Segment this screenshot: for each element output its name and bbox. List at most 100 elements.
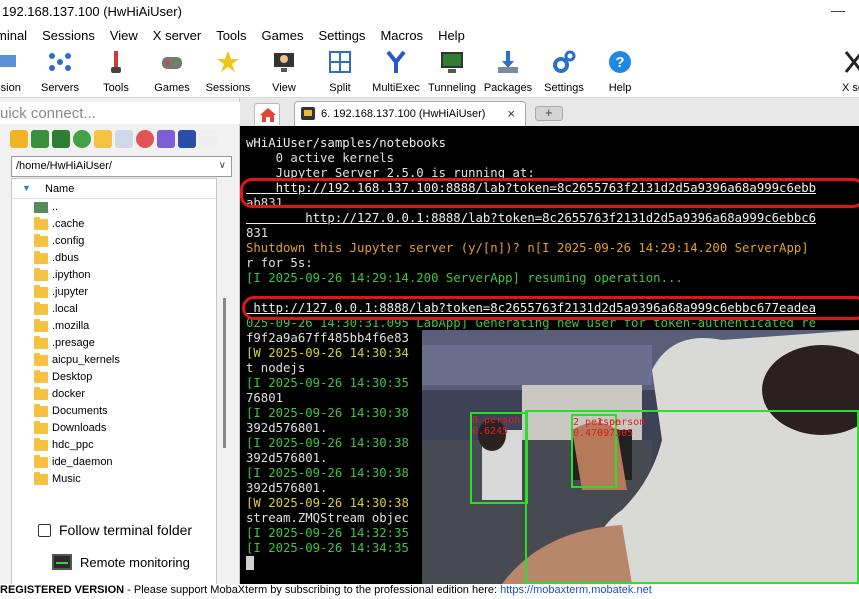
terminal-line: [I 2025-09-26 14:30:38 xyxy=(246,466,409,480)
terminal-line: r for 5s: xyxy=(246,256,313,270)
file-browser-scrollbar[interactable] xyxy=(219,178,231,596)
menu-sessions[interactable]: Sessions xyxy=(42,24,95,46)
tunneling-button[interactable]: Tunneling xyxy=(422,48,482,94)
games-button[interactable]: Games xyxy=(142,48,202,94)
edit-icon[interactable] xyxy=(199,130,217,148)
view-button[interactable]: View xyxy=(254,48,314,94)
menu-games[interactable]: Games xyxy=(262,24,304,46)
parent-folder-icon[interactable] xyxy=(10,130,28,148)
rename-icon[interactable] xyxy=(157,130,175,148)
terminal-line: [I 2025-09-26 14:30:35 xyxy=(246,376,409,390)
list-item[interactable]: ide_daemon xyxy=(12,454,216,471)
menu-view[interactable]: View xyxy=(110,24,138,46)
menu-settings[interactable]: Settings xyxy=(318,24,365,46)
terminal-line: 76801 xyxy=(246,391,284,405)
multiexec-icon xyxy=(382,48,410,76)
split-button[interactable]: Split xyxy=(310,48,370,94)
list-item[interactable]: .ipython xyxy=(12,267,216,284)
chevron-down-icon: ∨ xyxy=(218,160,226,171)
terminal-icon xyxy=(301,107,315,120)
status-message: - Please support MobaXterm by subscribin… xyxy=(124,584,501,596)
list-item[interactable]: aicpu_kernels xyxy=(12,352,216,369)
terminal-cursor xyxy=(246,556,254,570)
packages-button[interactable]: Packages xyxy=(478,48,538,94)
menu-help[interactable]: Help xyxy=(438,24,465,46)
xserver-button[interactable]: X se xyxy=(822,48,859,94)
folder-icon xyxy=(34,387,48,400)
list-item[interactable]: .mozilla xyxy=(12,318,216,335)
refresh-icon[interactable] xyxy=(73,130,91,148)
menu-xserver[interactable]: X server xyxy=(153,24,201,46)
url-highlight-oval xyxy=(240,178,859,208)
multiexec-button[interactable]: MultiExec xyxy=(366,48,426,94)
tools-icon xyxy=(102,48,130,76)
permissions-icon[interactable] xyxy=(178,130,196,148)
folder-icon xyxy=(34,234,48,247)
path-selector[interactable]: /home/HwHiAiUser/ ∨ xyxy=(11,156,232,177)
quick-connect-input[interactable] xyxy=(0,102,240,124)
sessions-star-icon xyxy=(214,48,242,76)
mobaxterm-link[interactable]: https://mobaxterm.mobatek.net xyxy=(500,584,652,596)
list-item[interactable]: Music xyxy=(12,471,216,488)
tab-session-6[interactable]: 6. 192.168.137.100 (HwHiAiUser) × xyxy=(294,101,526,126)
list-item[interactable]: .. xyxy=(12,199,216,216)
new-file-icon[interactable] xyxy=(115,130,133,148)
parent-dir-icon xyxy=(34,202,48,213)
servers-button[interactable]: Servers xyxy=(30,48,90,94)
terminal-line: [I 2025-09-26 14:32:35 xyxy=(246,526,409,540)
list-item[interactable]: .cache xyxy=(12,216,216,233)
list-item[interactable]: .presage xyxy=(12,335,216,352)
minimize-icon[interactable]: — xyxy=(831,2,845,18)
terminal-line-resume: [I 2025-09-26 14:29:14.200 ServerApp] re… xyxy=(246,271,683,285)
list-item[interactable]: .local xyxy=(12,301,216,318)
terminal-line: [W 2025-09-26 14:30:38 xyxy=(246,496,409,510)
new-folder-icon[interactable] xyxy=(94,130,112,148)
detection-label-0: 0 person 0.6245 xyxy=(472,415,521,437)
terminal-line-shutdown: Shutdown this Jupyter server (y/[n])? n[… xyxy=(246,241,809,255)
folder-icon xyxy=(34,336,48,349)
help-button[interactable]: ? Help xyxy=(590,48,650,94)
list-item[interactable]: Downloads xyxy=(12,420,216,437)
upload-icon[interactable] xyxy=(52,130,70,148)
scrollbar-thumb[interactable] xyxy=(223,298,226,448)
close-tab-icon[interactable]: × xyxy=(507,106,515,121)
follow-terminal-folder-checkbox[interactable]: Follow terminal folder xyxy=(38,522,192,538)
download-icon[interactable] xyxy=(31,130,49,148)
checkbox-icon xyxy=(38,524,51,537)
menu-macros[interactable]: Macros xyxy=(380,24,423,46)
list-item[interactable]: Desktop xyxy=(12,369,216,386)
jupyter-local-url-link[interactable]: http://127.0.0.1:8888/lab?token=8c265576… xyxy=(246,211,816,226)
window-title: 192.168.137.100 (HwHiAiUser) xyxy=(2,4,182,19)
folder-icon xyxy=(34,472,48,485)
folder-icon xyxy=(34,217,48,230)
sidebar: /home/HwHiAiUser/ ∨ ▼ Name .. .cache .co… xyxy=(0,98,240,596)
folder-icon xyxy=(34,319,48,332)
list-item[interactable]: Documents xyxy=(12,403,216,420)
folder-icon xyxy=(34,421,48,434)
settings-button[interactable]: Settings xyxy=(534,48,594,94)
home-tab[interactable] xyxy=(254,103,280,125)
terminal-line: 392d576801. xyxy=(246,451,328,465)
terminal-line: [I 2025-09-26 14:30:38 xyxy=(246,436,409,450)
new-tab-button[interactable]: + xyxy=(535,105,563,121)
sort-caret-icon: ▼ xyxy=(22,183,31,193)
session-icon xyxy=(0,48,22,76)
delete-icon[interactable] xyxy=(136,130,154,148)
menu-tools[interactable]: Tools xyxy=(216,24,246,46)
folder-icon xyxy=(34,353,48,366)
tools-button[interactable]: Tools xyxy=(86,48,146,94)
list-item[interactable]: .jupyter xyxy=(12,284,216,301)
name-column-header[interactable]: ▼ Name xyxy=(12,179,216,199)
session-tabs: 6. 192.168.137.100 (HwHiAiUser) × + xyxy=(240,98,859,126)
svg-text:?: ? xyxy=(615,54,624,71)
sessions-button[interactable]: Sessions xyxy=(198,48,258,94)
menu-terminal[interactable]: minal xyxy=(0,24,27,46)
remote-monitoring-button[interactable]: Remote monitoring xyxy=(52,554,190,570)
list-item[interactable]: .dbus xyxy=(12,250,216,267)
list-item[interactable]: docker xyxy=(12,386,216,403)
folder-icon xyxy=(34,285,48,298)
terminal-line: [W 2025-09-26 14:30:34 xyxy=(246,346,409,360)
list-item[interactable]: hdc_ppc xyxy=(12,437,216,454)
list-item[interactable]: .config xyxy=(12,233,216,250)
terminal-line: t nodejs xyxy=(246,361,306,375)
